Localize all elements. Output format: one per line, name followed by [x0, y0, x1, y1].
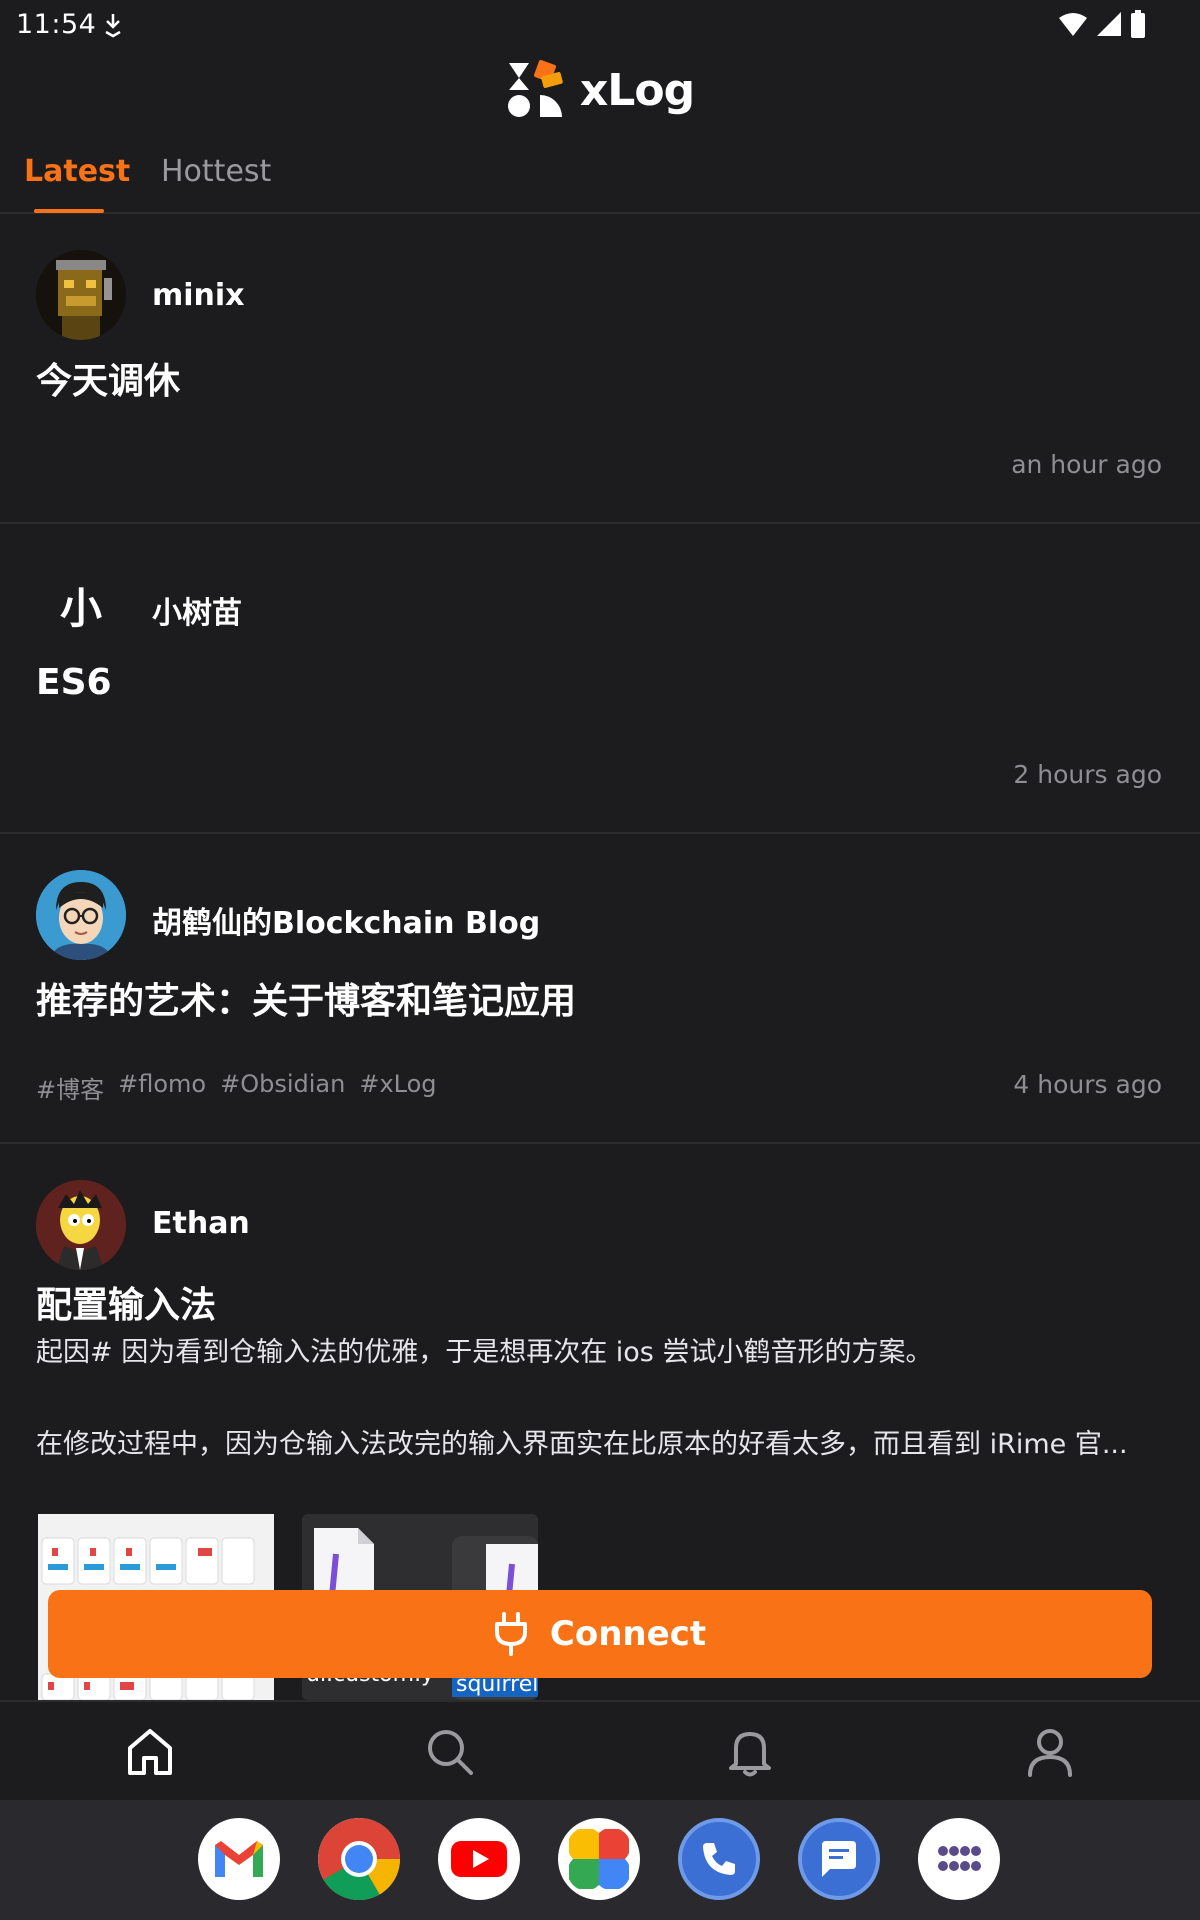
cartoon-avatar-icon — [36, 870, 126, 960]
status-time: 11:54 — [16, 9, 97, 40]
system-dock — [0, 1800, 1200, 1920]
post-card[interactable]: 胡鹤仙的Blockchain Blog 推荐的艺术：关于博客和笔记应用 #博客 … — [0, 834, 1200, 1144]
user-icon[interactable] — [1024, 1726, 1076, 1778]
post-author[interactable]: minix — [152, 278, 245, 313]
app-header: xLog — [0, 50, 1200, 130]
post-title[interactable]: ES6 — [36, 662, 112, 703]
status-bar: 11:54 — [0, 0, 1200, 50]
post-author[interactable]: Ethan — [152, 1206, 250, 1241]
post-tags: #博客 #flomo #Obsidian #xLog — [36, 1070, 437, 1105]
post-title[interactable]: 配置输入法 — [36, 1276, 216, 1328]
avatar[interactable] — [36, 1180, 126, 1270]
xlog-logo-icon — [507, 60, 563, 117]
tab-latest[interactable]: Latest — [24, 154, 130, 189]
youtube-icon[interactable] — [438, 1818, 520, 1900]
post-time: 4 hours ago — [1013, 1070, 1162, 1099]
phone-icon[interactable] — [678, 1818, 760, 1900]
post-time: an hour ago — [1011, 450, 1162, 479]
cartoon-avatar-icon — [36, 1180, 126, 1270]
app-title: xLog — [579, 64, 695, 116]
chrome-icon[interactable] — [318, 1818, 400, 1900]
post-author[interactable]: 小树苗 — [152, 588, 242, 632]
pixel-avatar-icon — [36, 250, 126, 340]
feed-tabs: Latest Hottest — [0, 140, 1200, 214]
search-icon[interactable] — [424, 1726, 476, 1778]
post-card[interactable]: 小 小树苗 ES6 2 hours ago — [0, 524, 1200, 834]
tab-hottest[interactable]: Hottest — [161, 154, 271, 189]
connect-button[interactable]: Connect — [48, 1590, 1152, 1678]
battery-icon — [1131, 10, 1145, 38]
post-title[interactable]: 推荐的艺术：关于博客和笔记应用 — [36, 972, 576, 1024]
post-title[interactable]: 今天调休 — [36, 352, 180, 404]
post-feed[interactable]: minix 今天调休 an hour ago 小 小树苗 ES6 2 hours… — [0, 214, 1200, 1700]
post-excerpt: 在修改过程中，因为仓输入法改完的输入界面实在比原本的好看太多，而且看到 iRim… — [36, 1429, 1128, 1460]
bottom-nav — [0, 1700, 1200, 1800]
tag[interactable]: #Obsidian — [220, 1070, 345, 1105]
post-card[interactable]: minix 今天调休 an hour ago — [0, 214, 1200, 524]
gmail-icon[interactable] — [198, 1818, 280, 1900]
tag[interactable]: #flomo — [118, 1070, 206, 1105]
post-time: 2 hours ago — [1013, 760, 1162, 789]
bell-icon[interactable] — [724, 1726, 776, 1778]
avatar[interactable]: 小 — [36, 560, 126, 650]
tag[interactable]: #xLog — [359, 1070, 436, 1105]
avatar[interactable] — [36, 870, 126, 960]
avatar[interactable] — [36, 250, 126, 340]
photos-icon[interactable] — [558, 1818, 640, 1900]
post-excerpt: 起因# 因为看到仓输入法的优雅，于是想再次在 ios 尝试小鹤音形的方案。 — [36, 1337, 933, 1368]
post-author[interactable]: 胡鹤仙的Blockchain Blog — [152, 898, 540, 942]
logo: xLog — [506, 60, 695, 120]
connect-label: Connect — [549, 1614, 707, 1654]
wifi-icon — [1059, 13, 1087, 36]
home-icon[interactable] — [124, 1726, 176, 1778]
download-status-icon — [105, 14, 121, 38]
app-drawer-icon[interactable] — [918, 1818, 1000, 1900]
messages-icon[interactable] — [798, 1818, 880, 1900]
plug-icon — [494, 1612, 527, 1656]
active-tab-indicator — [34, 209, 104, 213]
cell-signal-icon — [1097, 12, 1121, 36]
tag[interactable]: #博客 — [36, 1070, 104, 1105]
